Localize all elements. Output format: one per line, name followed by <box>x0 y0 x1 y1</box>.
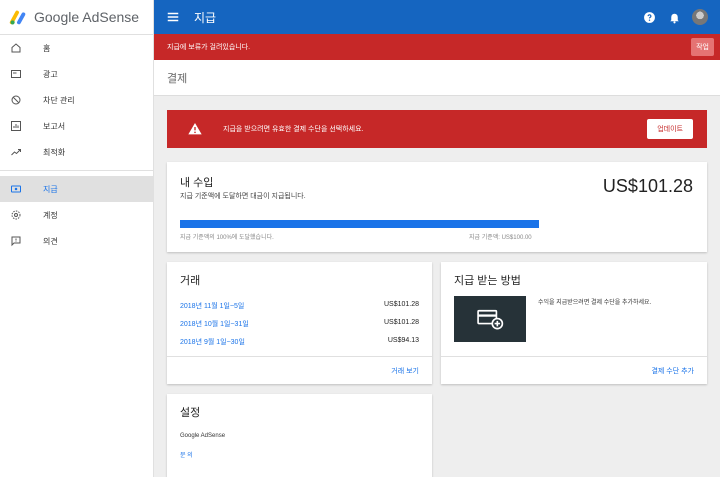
earnings-subtitle: 지급 기준액에 도달하면 대금이 지급됩니다. <box>180 193 306 200</box>
sidebar-item-home[interactable]: 홈 <box>0 35 153 61</box>
feedback-icon <box>9 235 22 248</box>
add-payment-method-tile[interactable] <box>454 296 526 342</box>
transaction-amount: US$101.28 <box>383 301 419 308</box>
sidebar-item-feedback[interactable]: 의견 <box>0 228 153 254</box>
logo-text: Google AdSense <box>34 9 140 25</box>
sidebar-item-label: 최적화 <box>43 147 66 157</box>
sidebar: Google AdSense 홈 광고 차단 관리 보고서 최적화 지급 계정 … <box>0 0 154 477</box>
notifications-icon[interactable] <box>667 10 681 24</box>
sidebar-item-block[interactable]: 차단 관리 <box>0 87 153 113</box>
payment-method-footer: 결제 수단 추가 <box>441 356 707 384</box>
progress-right-label: 지급 기준액: US$100.00 <box>469 235 532 241</box>
transaction-date-link[interactable]: 2018년 10월 1일~31일 <box>180 319 249 329</box>
sidebar-item-label: 차단 관리 <box>43 95 75 105</box>
sidebar-item-label: 보고서 <box>43 121 66 131</box>
payment-method-title: 지급 받는 방법 <box>454 275 521 287</box>
transaction-row: 2018년 11월 1일~5일 US$101.28 <box>180 301 419 311</box>
reports-icon <box>9 120 22 133</box>
threshold-progress-fill <box>180 220 539 228</box>
menu-icon[interactable] <box>166 10 180 24</box>
payments-icon <box>9 183 22 196</box>
warning-icon <box>187 121 203 137</box>
sidebar-item-reports[interactable]: 보고서 <box>0 113 153 139</box>
block-icon <box>9 94 22 107</box>
earnings-card: 내 수입 지급 기준액에 도달하면 대금이 지급됩니다. US$101.28 지… <box>167 162 707 252</box>
sidebar-divider <box>0 170 153 171</box>
home-icon <box>9 42 22 55</box>
transaction-amount: US$101.28 <box>383 319 419 326</box>
payment-method-card: 지급 받는 방법 수익을 지급받으려면 결제 수단을 추가하세요. 결제 수단 … <box>441 262 707 384</box>
transactions-footer: 거래 보기 <box>167 356 432 384</box>
transactions-title: 거래 <box>180 275 201 287</box>
alert-action-button[interactable]: 작업 <box>691 38 714 56</box>
settings-card: 설정 Google AdSense 문 의 <box>167 394 432 477</box>
payment-method-text: 수익을 지급받으려면 결제 수단을 추가하세요. <box>538 300 652 306</box>
transaction-row: 2018년 10월 1일~31일 US$101.28 <box>180 319 419 329</box>
sidebar-nav: 홈 광고 차단 관리 보고서 최적화 지급 계정 의견 <box>0 34 153 254</box>
avatar[interactable] <box>692 9 708 25</box>
adsense-logo-icon <box>9 10 26 25</box>
settings-link[interactable]: 문 의 <box>180 450 193 459</box>
settings-product-name: Google AdSense <box>180 433 226 439</box>
payment-hold-alert: 지급에 보류가 걸려있습니다. 작업 <box>154 34 720 60</box>
topbar-actions <box>631 9 708 25</box>
sidebar-item-optimize[interactable]: 최적화 <box>0 139 153 165</box>
update-button[interactable]: 업데이트 <box>647 119 693 139</box>
help-icon[interactable] <box>642 10 656 24</box>
transaction-amount: US$94.13 <box>387 337 419 344</box>
topbar-title: 지급 <box>194 10 217 25</box>
payment-method-warning: 지급을 받으려면 유효한 결제 수단을 선택하세요. 업데이트 <box>167 110 707 148</box>
page-header: 결제 <box>154 60 720 96</box>
sidebar-item-label: 홈 <box>43 43 51 53</box>
add-payment-method-link[interactable]: 결제 수단 추가 <box>651 366 694 376</box>
threshold-progress-bar <box>180 220 539 228</box>
transaction-date-link[interactable]: 2018년 9월 1일~30일 <box>180 337 245 347</box>
sidebar-item-label: 광고 <box>43 69 58 79</box>
sidebar-item-payments[interactable]: 지급 <box>0 176 153 202</box>
progress-left-label: 지급 기준액의 100%에 도달했습니다. <box>180 235 274 241</box>
sidebar-item-label: 지급 <box>43 184 58 194</box>
gear-icon <box>9 209 22 222</box>
sidebar-item-label: 의견 <box>43 236 58 246</box>
settings-title: 설정 <box>180 407 201 419</box>
earnings-amount: US$101.28 <box>602 176 693 196</box>
sidebar-item-account[interactable]: 계정 <box>0 202 153 228</box>
earnings-title: 내 수입 <box>180 177 214 189</box>
ads-icon <box>9 68 22 81</box>
warning-text: 지급을 받으려면 유효한 결제 수단을 선택하세요. <box>223 126 364 133</box>
transaction-date-link[interactable]: 2018년 11월 1일~5일 <box>180 301 244 311</box>
sidebar-item-ads[interactable]: 광고 <box>0 61 153 87</box>
optimize-icon <box>9 146 22 159</box>
transactions-card: 거래 2018년 11월 1일~5일 US$101.28 2018년 10월 1… <box>167 262 432 384</box>
adsense-logo[interactable]: Google AdSense <box>0 0 153 34</box>
transaction-row: 2018년 9월 1일~30일 US$94.13 <box>180 337 419 347</box>
sidebar-item-label: 계정 <box>43 210 58 220</box>
top-app-bar: 지급 <box>154 0 720 34</box>
page-title: 결제 <box>167 72 188 85</box>
add-card-icon <box>477 309 504 330</box>
alert-text: 지급에 보류가 걸려있습니다. <box>167 44 251 51</box>
view-transactions-link[interactable]: 거래 보기 <box>391 366 419 376</box>
